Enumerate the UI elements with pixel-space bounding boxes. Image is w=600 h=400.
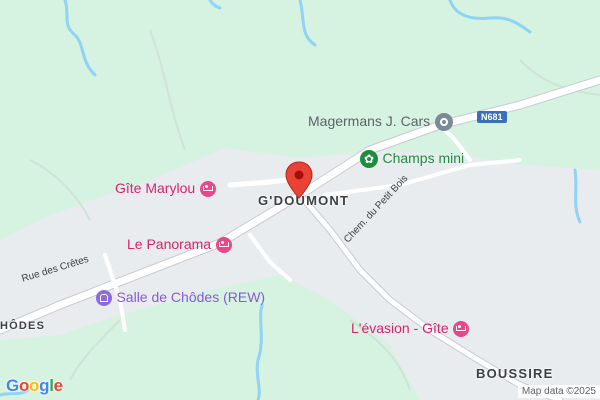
logo-letter: o	[29, 376, 40, 395]
poi-salle-de-chodes[interactable]: Salle de Chôdes (REW)	[96, 289, 265, 307]
event-venue-icon	[96, 289, 112, 306]
place-label-chodes: HÔDES	[0, 320, 46, 332]
logo-letter: G	[6, 376, 19, 395]
poi-salle-de-chodes-label: Salle de Chôdes (REW)	[116, 289, 266, 305]
hotel-icon	[453, 320, 470, 337]
route-shield-n681: N681	[477, 107, 507, 125]
route-shield-label: N681	[477, 111, 507, 123]
map-attribution: Map data ©2025	[517, 385, 600, 398]
poi-le-panorama-label: Le Panorama	[127, 236, 212, 252]
hotel-icon	[199, 180, 216, 197]
poi-gite-marylou[interactable]: Gîte Marylou	[115, 180, 216, 198]
poi-champs-mini-label: Champs mini	[382, 150, 465, 167]
poi-levasion-gite-label: L'évasion - Gîte	[351, 320, 449, 336]
logo-letter: e	[53, 376, 63, 395]
hotel-icon	[215, 236, 232, 253]
map-canvas[interactable]: Gîte Marylou Le Panorama Salle de Chôdes…	[0, 0, 600, 400]
poi-gite-marylou-label: Gîte Marylou	[115, 180, 196, 196]
poi-magermans-label: Magermans J. Cars	[308, 113, 431, 130]
poi-champs-mini[interactable]: Champs mini	[360, 150, 464, 168]
logo-letter: g	[39, 376, 50, 395]
logo-letter: o	[18, 376, 30, 395]
google-logo: Google	[6, 376, 63, 396]
place-label-boussire: BOUSSIRE	[476, 366, 554, 381]
travel-icon	[434, 113, 453, 131]
park-icon	[360, 150, 378, 168]
poi-levasion-gite[interactable]: L'évasion - Gîte	[351, 320, 470, 338]
location-pin-icon[interactable]	[284, 160, 314, 200]
poi-magermans[interactable]: Magermans J. Cars	[308, 113, 453, 131]
poi-le-panorama[interactable]: Le Panorama	[127, 236, 232, 254]
